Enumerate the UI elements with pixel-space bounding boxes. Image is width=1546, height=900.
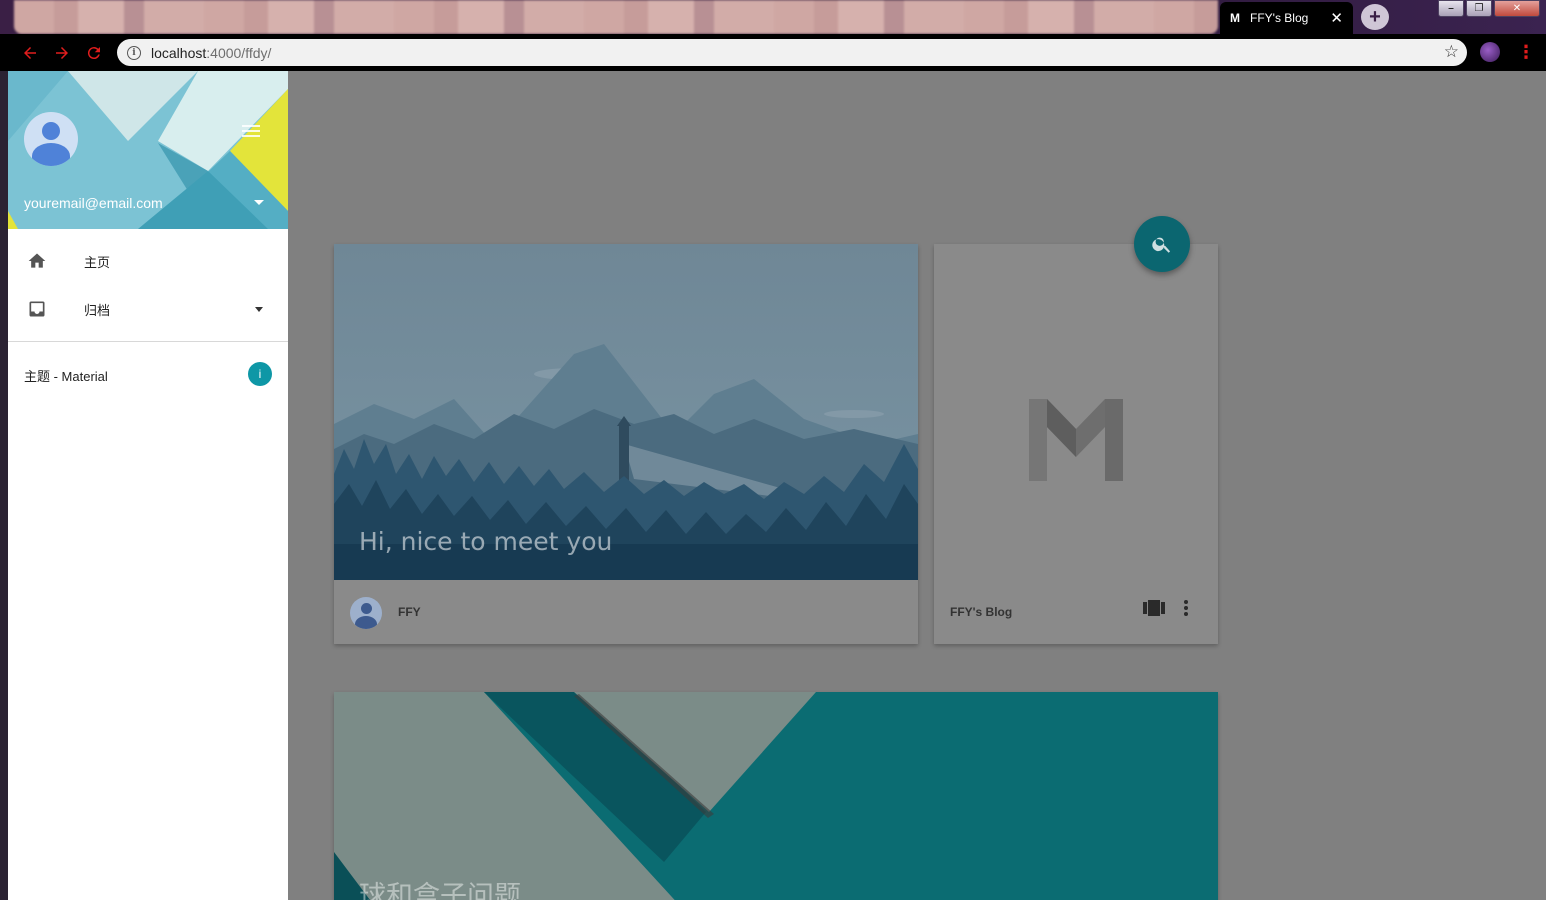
browser-menu-icon[interactable]: ⋮ xyxy=(1517,42,1535,62)
welcome-card-footer: FFY xyxy=(334,580,918,644)
theme-label: 主题 - Material xyxy=(24,369,108,384)
window-frame-left xyxy=(0,71,8,900)
reload-icon xyxy=(87,46,100,59)
forward-button[interactable] xyxy=(46,37,78,69)
drawer-header: youremail@email.com xyxy=(8,71,288,229)
tab-strip: M FFY's Blog ✕ + – ❐ ✕ xyxy=(0,0,1546,34)
minimize-button[interactable]: – xyxy=(1438,0,1464,17)
post-title: 球和盒子问题 xyxy=(359,881,521,900)
arrow-left-icon xyxy=(24,46,36,59)
inbox-icon xyxy=(29,301,45,317)
user-avatar[interactable] xyxy=(24,112,78,166)
blog-card-footer: FFY's Blog xyxy=(934,580,1218,644)
address-bar[interactable]: i localhost:4000/ffdy/ ☆ xyxy=(117,39,1467,66)
tab-close-icon[interactable]: ✕ xyxy=(1330,9,1343,27)
avatar-body xyxy=(32,143,70,166)
url-host: localhost xyxy=(151,44,207,61)
post-card-background xyxy=(334,692,1218,900)
avatar-head xyxy=(42,122,60,140)
author-avatar[interactable] xyxy=(350,597,382,629)
welcome-title: Hi, nice to meet you xyxy=(359,527,613,556)
window-controls: – ❐ ✕ xyxy=(1438,0,1540,17)
author-avatar-body xyxy=(355,616,377,629)
account-dropdown-icon[interactable] xyxy=(254,200,264,205)
arrow-right-icon xyxy=(56,46,68,59)
tab-favicon: M xyxy=(1230,11,1240,25)
blog-name: FFY's Blog xyxy=(950,605,1013,619)
nav-item-home[interactable]: 主页 xyxy=(8,237,288,285)
nav-item-archive-label: 归档 xyxy=(84,302,111,318)
home-icon xyxy=(28,253,46,268)
tab-title: FFY's Blog xyxy=(1250,11,1309,25)
new-tab-button[interactable]: + xyxy=(1361,4,1389,30)
back-button[interactable] xyxy=(14,37,46,69)
chevron-down-icon[interactable] xyxy=(255,307,263,312)
view-carousel-icon[interactable] xyxy=(1143,600,1165,616)
nav-item-archive[interactable]: 归档 xyxy=(8,285,288,333)
nav-item-home-label: 主页 xyxy=(84,254,111,270)
bookmark-star-icon[interactable]: ☆ xyxy=(1444,42,1459,62)
search-button[interactable] xyxy=(1134,216,1190,272)
reload-button[interactable] xyxy=(78,37,110,69)
welcome-card: Hi, nice to meet you FFY xyxy=(334,244,918,644)
page-content: youremail@email.com 主页 归档 主题 - Material … xyxy=(8,71,1546,900)
author-name: FFY xyxy=(398,605,421,619)
user-email: youremail@email.com xyxy=(24,195,163,211)
extension-icon[interactable] xyxy=(1480,42,1500,62)
close-window-button[interactable]: ✕ xyxy=(1494,0,1540,17)
nav-drawer: youremail@email.com 主页 归档 主题 - Material … xyxy=(8,71,288,900)
blurred-tabs xyxy=(14,0,1218,34)
menu-lines-icon xyxy=(242,125,260,140)
welcome-hero: Hi, nice to meet you xyxy=(334,244,918,580)
post-card[interactable]: 球和盒子问题 xyxy=(334,692,1218,900)
tab-active[interactable]: M FFY's Blog ✕ xyxy=(1220,2,1353,34)
material-m-logo xyxy=(1029,399,1123,481)
url-path: :4000/ffdy/ xyxy=(206,44,272,61)
more-vert-icon[interactable] xyxy=(1180,598,1192,618)
restore-button[interactable]: ❐ xyxy=(1466,0,1492,17)
site-info-icon[interactable]: i xyxy=(127,45,141,60)
search-icon xyxy=(1152,237,1171,253)
blog-info-card: FFY's Blog xyxy=(934,244,1218,644)
browser-window: M FFY's Blog ✕ + – ❐ ✕ i localhost:4000/… xyxy=(0,0,1546,900)
drawer-divider xyxy=(8,341,288,342)
browser-toolbar: i localhost:4000/ffdy/ ☆ ⋮ xyxy=(0,34,1546,71)
author-avatar-head xyxy=(361,603,372,614)
theme-info-icon[interactable]: i xyxy=(248,362,272,386)
